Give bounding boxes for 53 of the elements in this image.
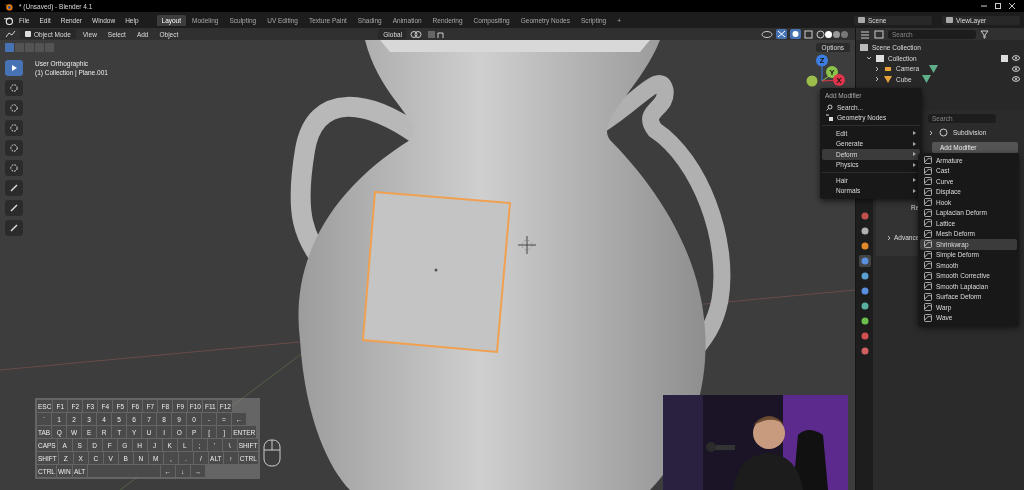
search-icon	[826, 103, 833, 111]
blender-logo-icon[interactable]	[4, 15, 13, 25]
dashed-circle-icon	[9, 143, 19, 153]
minimize-icon[interactable]	[980, 2, 988, 10]
collection-icon	[876, 54, 884, 62]
nodes-icon	[826, 114, 833, 122]
cursor-arrow-icon	[9, 63, 19, 73]
visibility-icon[interactable]	[761, 29, 773, 39]
xray-icon[interactable]	[804, 29, 813, 39]
tool-button[interactable]	[5, 200, 23, 216]
line-icon	[9, 203, 19, 213]
camera-icon	[884, 65, 892, 73]
close-icon[interactable]	[1008, 2, 1016, 10]
properties-tab[interactable]	[858, 255, 871, 267]
tool-button[interactable]	[5, 60, 23, 76]
eye-icon[interactable]	[1012, 65, 1020, 72]
tool-button[interactable]	[5, 220, 23, 236]
dashed-circle-icon	[9, 103, 19, 113]
tool-button[interactable]	[5, 80, 23, 96]
scene-collection-icon	[860, 44, 868, 52]
overlay-toggle-icon[interactable]	[790, 29, 801, 39]
shading-modes-icon[interactable]	[816, 29, 850, 39]
eye-icon[interactable]	[1012, 55, 1020, 62]
chevron-icon[interactable]	[866, 55, 872, 62]
filter-icon[interactable]	[980, 29, 989, 39]
tool-button[interactable]	[5, 180, 23, 196]
line-icon	[9, 223, 19, 233]
chevron-icon[interactable]	[874, 65, 880, 72]
pivot-icon[interactable]	[410, 29, 425, 39]
chevron-icon[interactable]	[928, 129, 934, 136]
gizmo-toggle-icon[interactable]	[776, 29, 787, 39]
maximize-icon[interactable]	[994, 2, 1002, 10]
3d-cursor-icon	[517, 235, 537, 255]
dashed-circle-icon	[9, 123, 19, 133]
display-mode-icon[interactable]	[860, 29, 870, 39]
mouse-icon	[262, 438, 282, 468]
chevron-icon[interactable]	[874, 76, 880, 83]
dashed-circle-icon	[9, 83, 19, 93]
eye-icon[interactable]	[1012, 76, 1020, 83]
subdivision-icon	[939, 128, 948, 137]
filter-mode-icon[interactable]	[874, 29, 884, 39]
dashed-circle-icon	[9, 163, 19, 173]
triangle-icon	[884, 75, 892, 83]
checkbox-icon[interactable]	[1001, 54, 1008, 62]
editor-type-icon[interactable]	[5, 29, 17, 39]
tool-button[interactable]	[5, 100, 23, 116]
blender-logo-icon	[4, 1, 13, 11]
line-icon	[9, 183, 19, 193]
chevron-icon	[886, 234, 892, 241]
tool-button[interactable]	[5, 140, 23, 156]
snap-icon[interactable]	[427, 29, 446, 39]
tool-button[interactable]	[5, 160, 23, 176]
tool-button[interactable]	[5, 120, 23, 136]
